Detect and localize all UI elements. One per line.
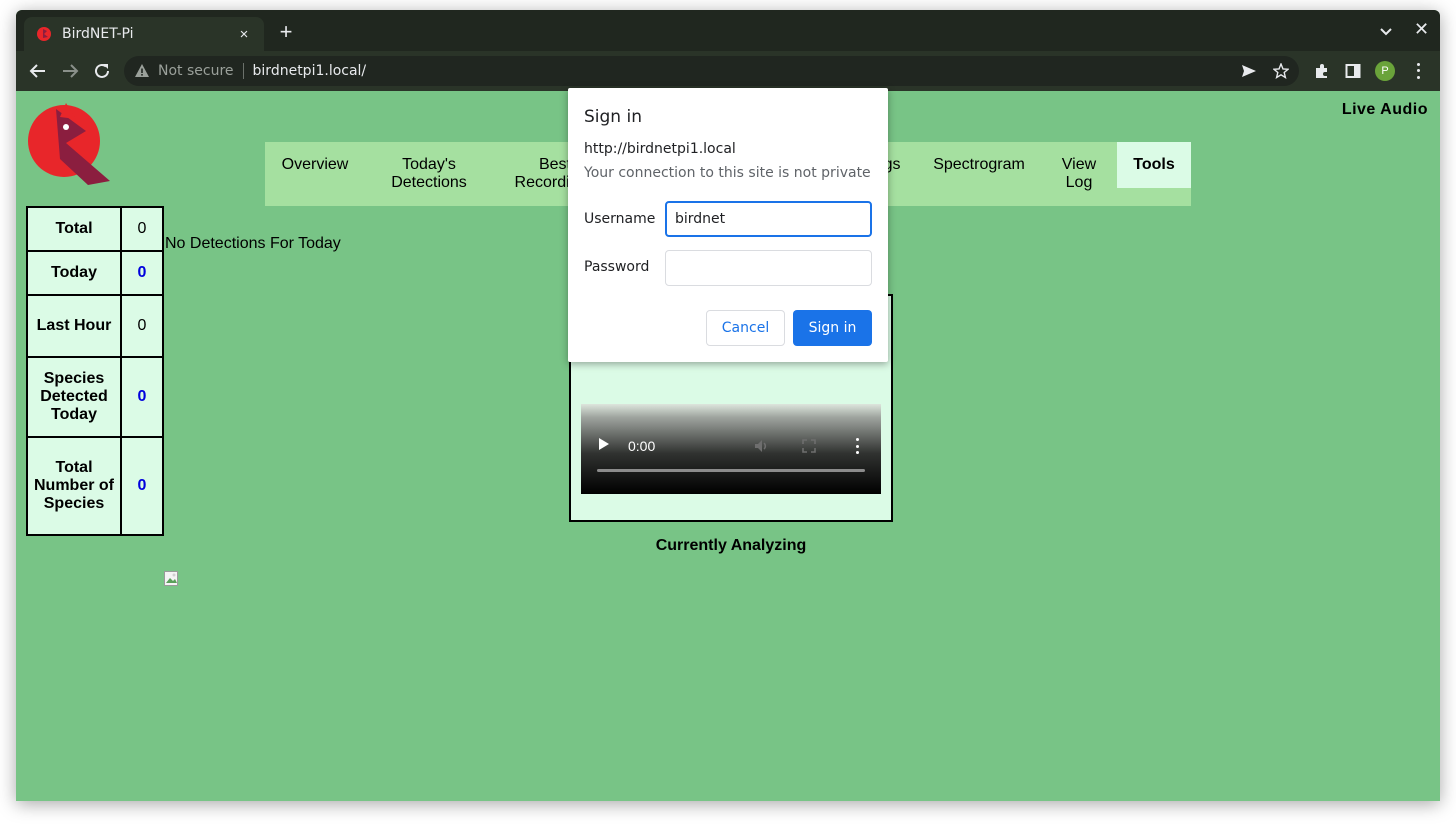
stat-value-link[interactable]: 0 <box>120 356 164 438</box>
stats-table: Total 0 Today 0 Last Hour 0 Species Dete… <box>26 206 164 536</box>
stat-value: 0 <box>120 206 164 252</box>
browser-tab[interactable]: BirdNET-Pi × <box>24 17 264 51</box>
browser-toolbar: Not secure birdnetpi1.local/ P <box>16 51 1440 91</box>
nav-view-log[interactable]: View Log <box>1051 142 1107 191</box>
no-detections-message: No Detections For Today <box>165 235 341 252</box>
sign-in-button[interactable]: Sign in <box>793 310 872 346</box>
address-bar[interactable]: Not secure birdnetpi1.local/ <box>124 56 1299 86</box>
password-field[interactable] <box>665 250 872 286</box>
fullscreen-icon[interactable] <box>802 439 816 453</box>
stat-label: Total Number of Species <box>26 436 122 536</box>
extensions-icon[interactable] <box>1313 62 1331 80</box>
tab-close-icon[interactable]: × <box>236 26 252 43</box>
play-icon[interactable] <box>599 438 609 450</box>
not-secure-label[interactable]: Not secure <box>158 63 234 79</box>
sidepanel-icon[interactable] <box>1344 62 1362 80</box>
url-text[interactable]: birdnetpi1.local/ <box>253 63 367 79</box>
dialog-title: Sign in <box>584 107 642 127</box>
player-progress-bar[interactable] <box>597 469 865 472</box>
nav-tools[interactable]: Tools <box>1117 142 1191 188</box>
password-label: Password <box>584 259 650 275</box>
audio-player[interactable]: 0:00 <box>581 404 881 494</box>
profile-avatar[interactable]: P <box>1375 61 1395 81</box>
stats-row-total-species: Total Number of Species 0 <box>26 436 164 536</box>
menu-icon[interactable] <box>1412 61 1424 81</box>
send-icon[interactable] <box>1241 63 1257 79</box>
stat-value-link[interactable]: 0 <box>120 436 164 536</box>
nav-overview[interactable]: Overview <box>265 142 365 188</box>
stats-row-species-today: Species Detected Today 0 <box>26 356 164 438</box>
omnibox-separator <box>242 63 244 79</box>
username-field[interactable] <box>665 201 872 237</box>
nav-todays-detections[interactable]: Today's Detections <box>379 142 479 191</box>
currently-analyzing-label: Currently Analyzing <box>655 537 807 554</box>
username-label: Username <box>584 211 656 227</box>
forward-icon[interactable] <box>60 61 80 81</box>
stats-row-total: Total 0 <box>26 206 164 252</box>
stat-label: Species Detected Today <box>26 356 122 438</box>
birdnet-favicon-icon <box>36 26 52 42</box>
stats-row-last-hour: Last Hour 0 <box>26 294 164 358</box>
stat-label: Last Hour <box>26 294 122 358</box>
stat-label: Today <box>26 250 122 296</box>
birdnet-logo[interactable] <box>26 101 112 187</box>
dialog-privacy-warning: Your connection to this site is not priv… <box>584 165 871 181</box>
browser-window: BirdNET-Pi × + ✕ Not secure birdnetpi1.l… <box>16 10 1440 801</box>
broken-image-icon <box>164 571 180 587</box>
window-close-icon[interactable]: ✕ <box>1414 19 1429 40</box>
star-icon[interactable] <box>1273 63 1289 79</box>
tab-title: BirdNET-Pi <box>62 26 134 42</box>
stat-value-link[interactable]: 0 <box>120 250 164 296</box>
live-audio-link[interactable]: Live Audio <box>1342 101 1428 119</box>
tab-search-chevron-icon[interactable] <box>1376 24 1396 40</box>
warning-icon[interactable] <box>134 63 150 79</box>
stat-label: Total <box>26 206 122 252</box>
back-icon[interactable] <box>28 61 48 81</box>
volume-icon[interactable] <box>753 438 769 454</box>
new-tab-button[interactable]: + <box>276 21 296 43</box>
reload-icon[interactable] <box>92 61 112 81</box>
cancel-button[interactable]: Cancel <box>706 310 785 346</box>
sign-in-dialog: Sign in http://birdnetpi1.local Your con… <box>568 88 888 362</box>
player-more-icon[interactable] <box>854 438 860 454</box>
stat-value: 0 <box>120 294 164 358</box>
tab-strip: BirdNET-Pi × + ✕ <box>16 10 1440 51</box>
stats-row-today: Today 0 <box>26 250 164 296</box>
player-time: 0:00 <box>628 438 656 454</box>
nav-spectrogram[interactable]: Spectrogram <box>927 142 1031 188</box>
dialog-origin: http://birdnetpi1.local <box>584 141 736 157</box>
